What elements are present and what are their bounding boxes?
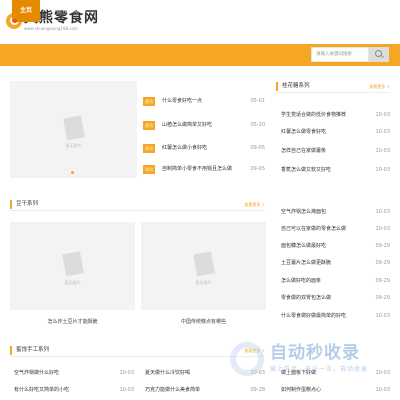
card-image[interactable]: 暂无图片 [141, 222, 266, 310]
list-item[interactable]: 自己可以在家做的零食怎么做 10-03 [281, 225, 390, 234]
list-item[interactable]: 什么零食做好做最简单的好吃 10-03 [281, 312, 390, 321]
list-item-title[interactable]: 空气炸锅怎么烤面包 [281, 208, 326, 217]
list-item-title[interactable]: 零食做的双胃包怎么做 [281, 294, 331, 303]
featured-image[interactable]: 暂无图片 [10, 81, 137, 178]
image-placeholder-icon [61, 251, 84, 277]
featured-badge: 资讯 [143, 165, 155, 174]
nav-item-tofu[interactable]: 豆干系列 [197, 0, 237, 22]
card-caption[interactable]: 怎么炸土豆片才能酥脆 [10, 318, 135, 325]
featured-badge: 资讯 [143, 144, 155, 153]
section-title: 蜜饯手工系列 [16, 347, 50, 353]
featured-title[interactable]: 山楂怎么做简单又好吃 [162, 121, 212, 130]
list-item-date: 10-03 [375, 112, 390, 118]
list-item[interactable]: 学生党适合做的低价食物推荐 10-03 [281, 111, 390, 120]
featured-date: 05-01 [250, 98, 265, 104]
slider-dot[interactable] [71, 171, 74, 174]
list-item[interactable]: 红薯怎么做零食好吃 10-03 [281, 128, 390, 137]
list-item-title[interactable]: 土豆薯片怎么做更酥脆 [281, 259, 331, 268]
featured-title[interactable]: 什么零食好吃一点 [162, 97, 202, 106]
nav-item-piaotang[interactable]: 漂糖系列 [152, 0, 192, 22]
featured-date: 09-05 [250, 166, 265, 172]
more-link[interactable]: 查看更多 > [244, 199, 265, 210]
list-item-date: 10-03 [375, 226, 390, 232]
watermark-text: 自动秒收录 [270, 343, 360, 363]
list-item-title[interactable]: 怎么做好吃的面条 [281, 277, 321, 286]
list-item-date: 09-29 [375, 295, 390, 301]
card-caption[interactable]: 中国传统糕点有哪些 [141, 318, 266, 325]
section-header-tofu: 豆干系列 查看更多 > [10, 199, 265, 211]
list-item[interactable]: 面包糠怎么做最好吃 09-29 [281, 242, 390, 251]
list-item[interactable]: 空气炸锅怎么烤面包 10-03 [281, 208, 390, 217]
watermark-subtext: 做上链接，来访一次，自动收录 [270, 366, 369, 373]
list-item-date: 09-29 [375, 260, 390, 266]
section-title: 桂花糖系列 [282, 83, 310, 89]
featured-date: 05-20 [250, 122, 265, 128]
list-item[interactable]: 零食做的双胃包怎么做 09-29 [281, 294, 390, 303]
image-placeholder-caption: 暂无图片 [195, 280, 212, 285]
list-item-date: 09-29 [375, 243, 390, 249]
featured-item[interactable]: 资讯 山楂怎么做简单又好吃 05-20 [143, 121, 265, 131]
nav-item-mijian[interactable]: 蜜饯手工系列 [97, 0, 149, 22]
section-accent-bar [10, 346, 12, 355]
featured-title[interactable]: 自制简单小零食不用锅且怎么做 [162, 165, 232, 174]
list-item-date: 09-29 [375, 278, 390, 284]
image-placeholder-icon [192, 251, 215, 277]
list-item-date: 10-03 [375, 209, 390, 215]
section-title: 豆干系列 [16, 201, 39, 207]
featured-item[interactable]: 资讯 什么零食好吃一点 05-01 [143, 97, 265, 107]
list-item-title[interactable]: 香蕉怎么做又软又好吃 [281, 166, 331, 175]
card-image[interactable]: 暂无图片 [10, 222, 135, 310]
list-item-date: 10-03 [119, 387, 134, 393]
list-item-title[interactable]: 空气炸锅做什么好吃 [14, 369, 59, 378]
list-item-date: 10-03 [375, 129, 390, 135]
nav-item-guihua[interactable]: 桂花糖系列 [48, 0, 94, 22]
search-input[interactable]: 请输入关键词搜索 [311, 47, 369, 62]
search-button[interactable] [369, 47, 389, 62]
featured-item[interactable]: 资讯 红薯怎么做小食好吃 09-05 [143, 144, 265, 154]
more-link[interactable]: 查看更多 > [369, 81, 390, 92]
list-item[interactable]: 怎样自己在家做薯条 10-03 [281, 147, 390, 156]
list-item-title[interactable]: 有什么好吃又简单的小吃 [14, 386, 69, 395]
image-placeholder-caption: 暂无图片 [64, 280, 81, 285]
featured-item[interactable]: 资讯 自制简单小零食不用锅且怎么做 09-05 [143, 165, 265, 175]
list-item[interactable]: 香蕉怎么做又软又好吃 10-03 [281, 166, 390, 175]
watermark: 自动秒收录 做上链接，来访一次，自动收录 [230, 338, 390, 388]
list-item-date: 10-03 [375, 313, 390, 319]
list-item-title[interactable]: 怎样自己在家做薯条 [281, 147, 326, 156]
list-item-title[interactable]: 巧克力能做什么美食简单 [145, 386, 200, 395]
list-item-title[interactable]: 自己可以在家做的零食怎么做 [281, 225, 346, 234]
list-item[interactable]: 怎么做好吃的面条 09-29 [281, 277, 390, 286]
watermark-logo-icon [230, 342, 264, 376]
section-header-guihua: 桂花糖系列 查看更多 > [276, 81, 390, 93]
image-placeholder-icon [62, 114, 85, 140]
list-item-date: 10-03 [375, 148, 390, 154]
featured-badge: 资讯 [143, 121, 155, 130]
image-placeholder-caption: 暂无图片 [65, 143, 82, 148]
featured-date: 09-05 [250, 145, 265, 151]
list-item-title[interactable]: 学生党适合做的低价食物推荐 [281, 111, 346, 120]
list-item[interactable]: 有什么好吃又简单的小吃 10-03 [14, 386, 134, 395]
site-subtitle: www.shuangxiong168.com [24, 25, 78, 31]
section-header-mijian: 蜜饯手工系列 查看更多 > [10, 345, 265, 357]
list-item-date: 10-03 [119, 370, 134, 376]
list-item-title[interactable]: 什么零食做好做最简单的好吃 [281, 312, 346, 321]
list-item-title[interactable]: 面包糠怎么做最好吃 [281, 242, 326, 251]
list-item[interactable]: 土豆薯片怎么做更酥脆 09-29 [281, 259, 390, 268]
section-accent-bar [276, 82, 278, 91]
list-item[interactable]: 空气炸锅做什么好吃 10-03 [14, 369, 134, 378]
list-item-title[interactable]: 夏天做什么冷饮好喝 [145, 369, 190, 378]
featured-badge: 资讯 [143, 97, 155, 106]
list-item-title[interactable]: 红薯怎么做零食好吃 [281, 128, 326, 137]
featured-title[interactable]: 红薯怎么做小食好吃 [162, 144, 207, 153]
list-item-date: 10-03 [375, 167, 390, 173]
section-accent-bar [10, 200, 12, 209]
